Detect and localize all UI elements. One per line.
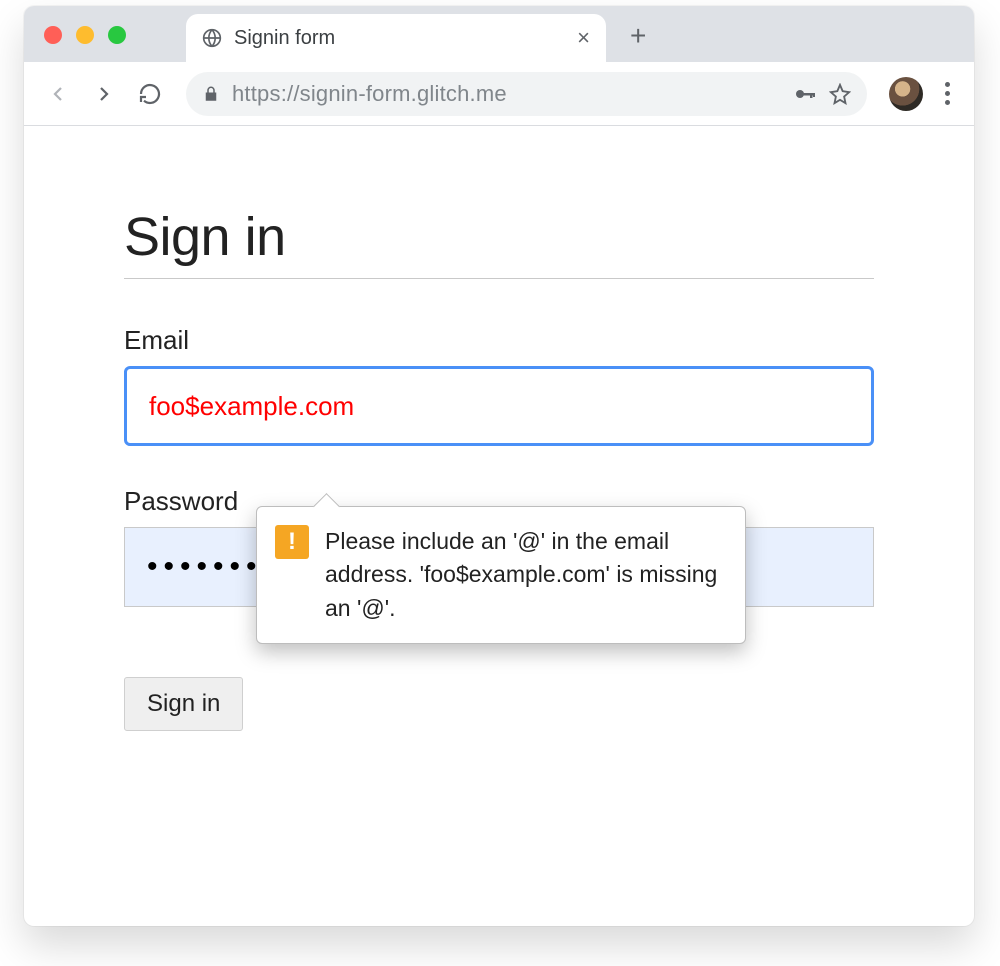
profile-avatar[interactable] bbox=[889, 77, 923, 111]
browser-menu-button[interactable] bbox=[935, 76, 960, 111]
email-field-group: Email bbox=[124, 325, 874, 446]
reload-button[interactable] bbox=[130, 74, 170, 114]
browser-toolbar: https://signin-form.glitch.me bbox=[24, 62, 974, 126]
url-text: https://signin-form.glitch.me bbox=[232, 81, 781, 107]
signin-button[interactable]: Sign in bbox=[124, 677, 243, 731]
globe-icon bbox=[202, 28, 222, 48]
address-bar[interactable]: https://signin-form.glitch.me bbox=[186, 72, 867, 116]
star-icon[interactable] bbox=[829, 83, 851, 105]
tab-close-button[interactable]: × bbox=[577, 25, 590, 51]
page-content: Sign in Email Password Sign in bbox=[24, 126, 974, 771]
new-tab-button[interactable]: + bbox=[624, 18, 652, 54]
window-close-button[interactable] bbox=[44, 26, 62, 44]
back-button[interactable] bbox=[38, 74, 78, 114]
browser-window: Signin form × + https://signin-form.glit… bbox=[24, 6, 974, 926]
window-minimize-button[interactable] bbox=[76, 26, 94, 44]
warning-icon: ! bbox=[275, 525, 309, 559]
validation-message: Please include an '@' in the email addre… bbox=[325, 525, 723, 625]
key-icon[interactable] bbox=[793, 82, 817, 106]
forward-button[interactable] bbox=[84, 74, 124, 114]
email-label: Email bbox=[124, 325, 874, 356]
lock-icon bbox=[202, 85, 220, 103]
browser-tab[interactable]: Signin form × bbox=[186, 14, 606, 62]
window-controls bbox=[44, 26, 126, 44]
tab-strip: Signin form × + bbox=[24, 6, 974, 62]
window-zoom-button[interactable] bbox=[108, 26, 126, 44]
page-title: Sign in bbox=[124, 206, 874, 279]
email-input[interactable] bbox=[124, 366, 874, 446]
validation-tooltip: ! Please include an '@' in the email add… bbox=[256, 506, 746, 644]
tab-title: Signin form bbox=[234, 27, 565, 50]
